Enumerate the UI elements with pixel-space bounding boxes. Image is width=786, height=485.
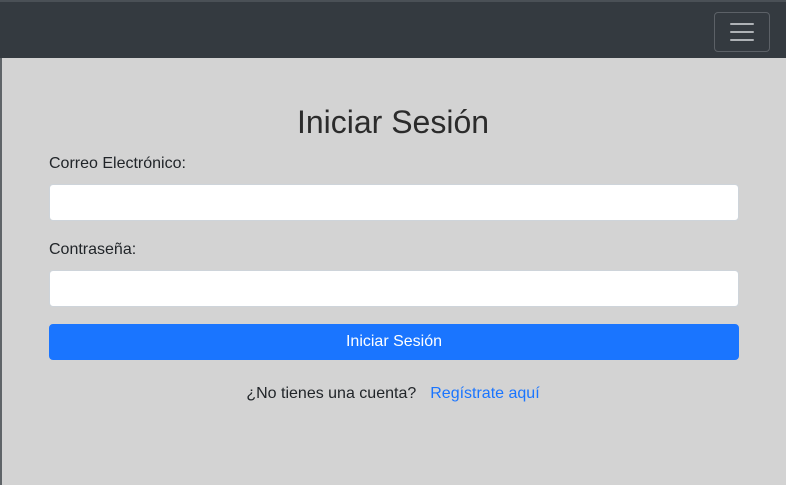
page-title: Iniciar Sesión xyxy=(296,104,490,140)
no-account-text: ¿No tienes una cuenta? xyxy=(246,385,417,402)
email-field[interactable] xyxy=(49,184,739,221)
register-link[interactable]: Regístrate aquí xyxy=(430,385,539,402)
login-button[interactable]: Iniciar Sesión xyxy=(49,324,739,360)
hamburger-menu-icon xyxy=(730,23,754,41)
navbar-toggler-button[interactable] xyxy=(714,12,770,52)
password-label: Contraseña: xyxy=(49,241,137,258)
register-prompt: ¿No tienes una cuenta? Regístrate aquí xyxy=(0,385,786,403)
left-border xyxy=(0,0,2,485)
email-label: Correo Electrónico: xyxy=(49,155,186,172)
navbar xyxy=(0,0,786,58)
password-field[interactable] xyxy=(49,270,739,307)
